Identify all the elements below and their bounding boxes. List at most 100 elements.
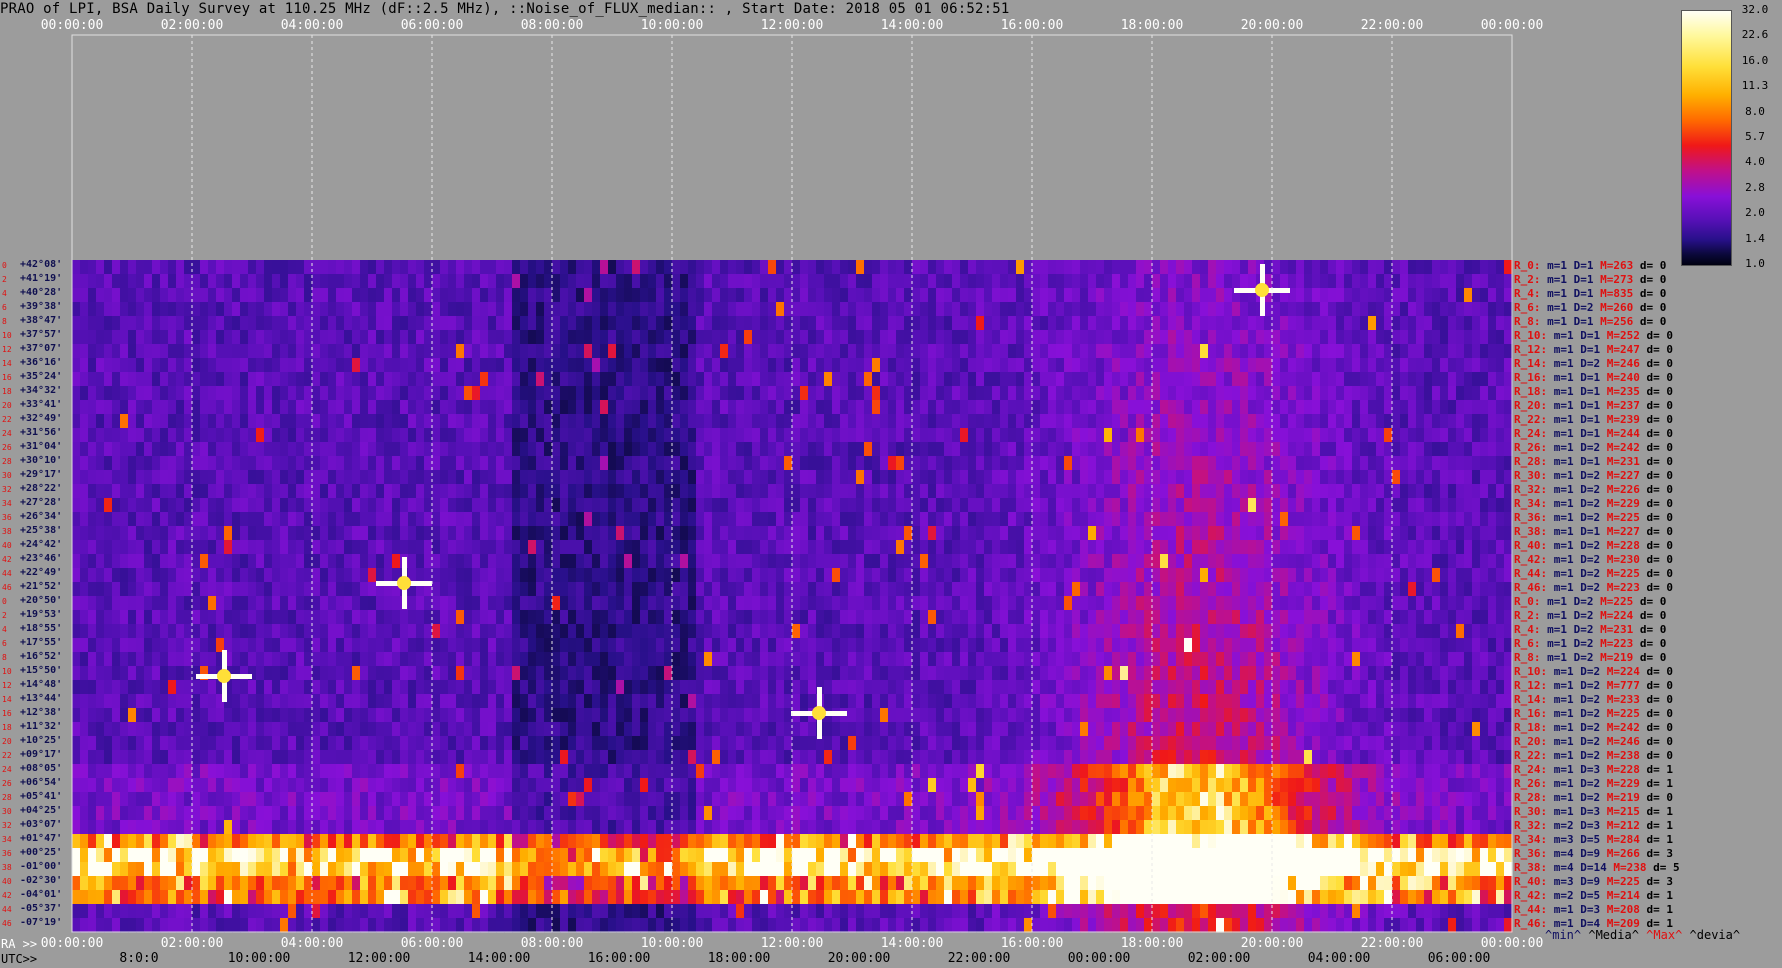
heatmap-cell	[472, 330, 481, 345]
heatmap-cell	[840, 498, 849, 513]
heatmap-cell	[1232, 582, 1241, 597]
heatmap-cell	[1216, 302, 1225, 317]
heatmap-cell	[624, 456, 633, 471]
heatmap-cell	[1488, 358, 1497, 373]
heatmap-cell	[1224, 400, 1233, 415]
heatmap-cell	[200, 344, 209, 359]
heatmap-cell	[920, 624, 929, 639]
heatmap-cell	[296, 638, 305, 653]
heatmap-cell	[544, 484, 553, 499]
heatmap-cell	[1264, 610, 1273, 625]
heatmap-cell	[368, 288, 377, 303]
heatmap-cell	[576, 400, 585, 415]
heatmap-cell	[120, 484, 129, 499]
heatmap-cell	[968, 386, 977, 401]
heatmap-cell	[736, 260, 745, 275]
heatmap-cell	[784, 512, 793, 527]
heatmap-cell	[1448, 512, 1457, 527]
heatmap-cell	[1288, 568, 1297, 583]
heatmap-cell	[1160, 484, 1169, 499]
heatmap-cell	[272, 260, 281, 275]
heatmap-cell	[1328, 372, 1337, 387]
heatmap-cell	[800, 526, 809, 541]
heatmap-cell	[528, 638, 537, 653]
heatmap-cell	[1360, 456, 1369, 471]
heatmap-cell	[344, 526, 353, 541]
heatmap-cell	[792, 400, 801, 415]
heatmap-cell	[792, 526, 801, 541]
heatmap-cell	[1408, 316, 1417, 331]
heatmap-cell	[872, 288, 881, 303]
heatmap-cell	[216, 582, 225, 597]
heatmap-cell	[1264, 596, 1273, 611]
heatmap-cell	[872, 526, 881, 541]
heatmap-cell	[1120, 526, 1129, 541]
heatmap-cell	[824, 512, 833, 527]
heatmap-cell	[920, 428, 929, 443]
heatmap-cell	[464, 344, 473, 359]
heatmap-cell	[1376, 582, 1385, 597]
heatmap-cell	[696, 358, 705, 373]
heatmap-cell	[896, 610, 905, 625]
heatmap-cell	[888, 484, 897, 499]
heatmap-cell	[1128, 610, 1137, 625]
heatmap-cell	[496, 512, 505, 527]
heatmap-cell	[664, 568, 673, 583]
heatmap-cell	[880, 610, 889, 625]
heatmap-cell	[536, 512, 545, 527]
heatmap-cell	[936, 358, 945, 373]
heatmap-cell	[1192, 372, 1201, 387]
heatmap-cell	[480, 414, 489, 429]
heatmap-cell	[120, 596, 129, 611]
heatmap-cell	[600, 596, 609, 611]
heatmap-cell	[928, 596, 937, 611]
heatmap-cell	[360, 582, 369, 597]
heatmap-cell	[688, 596, 697, 611]
heatmap-cell	[1264, 358, 1273, 373]
heatmap-cell	[336, 414, 345, 429]
heatmap-cell	[288, 302, 297, 317]
heatmap-cell	[536, 274, 545, 289]
heatmap-cell	[456, 456, 465, 471]
heatmap-cell	[1048, 358, 1057, 373]
heatmap-cell	[1464, 610, 1473, 625]
heatmap-cell	[1400, 260, 1409, 275]
heatmap-cell	[1096, 302, 1105, 317]
heatmap-cell	[392, 596, 401, 611]
heatmap-cell	[736, 498, 745, 513]
heatmap-cell	[88, 330, 97, 345]
heatmap-cell	[1240, 568, 1249, 583]
heatmap-cell	[608, 330, 617, 345]
heatmap-cell	[736, 302, 745, 317]
heatmap-cell	[1136, 414, 1145, 429]
heatmap-cell	[944, 596, 953, 611]
heatmap-cell	[216, 274, 225, 289]
heatmap-cell	[120, 568, 129, 583]
heatmap-cell	[352, 274, 361, 289]
heatmap-cell	[1032, 610, 1041, 625]
heatmap-cell	[128, 456, 137, 471]
heatmap-cell	[664, 456, 673, 471]
heatmap-cell	[1048, 386, 1057, 401]
heatmap-cell	[1424, 274, 1433, 289]
heatmap-cell	[1376, 512, 1385, 527]
heatmap-cell	[656, 274, 665, 289]
heatmap-cell	[344, 582, 353, 597]
heatmap-cell	[296, 344, 305, 359]
heatmap-cell	[952, 400, 961, 415]
heatmap-cell	[264, 512, 273, 527]
heatmap-cell	[320, 358, 329, 373]
heatmap-cell	[1424, 288, 1433, 303]
heatmap-cell	[1248, 498, 1257, 513]
heatmap-cell	[1192, 316, 1201, 331]
heatmap-cell	[304, 330, 313, 345]
heatmap-cell	[760, 498, 769, 513]
heatmap-cell	[728, 288, 737, 303]
heatmap-cell	[1352, 414, 1361, 429]
heatmap-cell	[1320, 596, 1329, 611]
heatmap-cell	[128, 330, 137, 345]
heatmap-cell	[240, 316, 249, 331]
heatmap-cell	[1064, 540, 1073, 555]
heatmap-cell	[1064, 288, 1073, 303]
heatmap-cell	[640, 330, 649, 345]
